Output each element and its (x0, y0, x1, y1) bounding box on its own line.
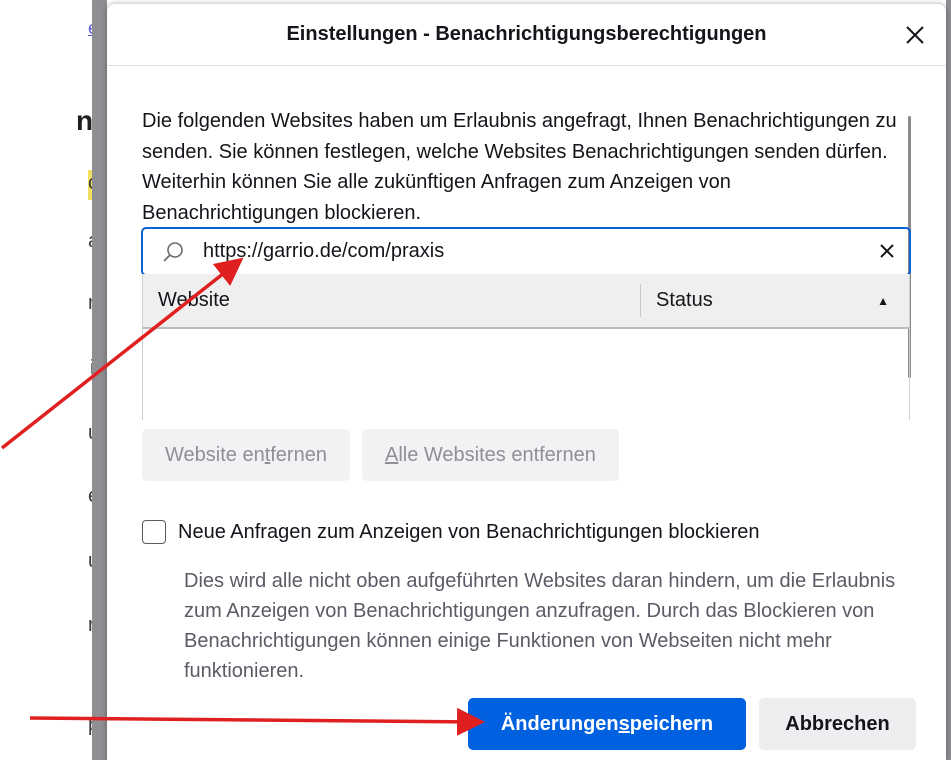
column-header-status[interactable]: Status ▲ (641, 274, 909, 327)
modal-overlay (946, 0, 951, 760)
column-header-status-label: Status (656, 289, 713, 311)
dialog-header: Einstellungen - Benachrichtigungsberecht… (107, 4, 946, 66)
block-requests-row: Neue Anfragen zum Anzeigen von Benachric… (142, 520, 760, 544)
column-header-website[interactable]: Website (143, 284, 641, 317)
intro-text: Die folgenden Websites haben um Erlaubni… (142, 110, 897, 224)
modal-overlay (92, 0, 107, 760)
websites-table: Website Status ▲ (142, 274, 910, 420)
remove-buttons: Website en t fernen Alle Websites entferne… (142, 429, 619, 481)
remove-all-label: lle Websites entfernen (398, 443, 596, 466)
save-changes-button[interactable]: Änderungen s peichern (468, 698, 746, 750)
sort-ascending-icon: ▲ (877, 293, 889, 308)
remove-all-websites-button[interactable]: Alle Websites entfernen (361, 429, 619, 481)
save-label: Änderungen (500, 712, 619, 735)
search-icon (143, 240, 203, 264)
save-label: peichern (629, 712, 714, 735)
dialog-title: Einstellungen - Benachrichtigungsberecht… (286, 23, 767, 45)
clear-icon[interactable] (865, 238, 909, 266)
permissions-dialog: Einstellungen - Benachrichtigungsberecht… (107, 4, 946, 760)
search-box (141, 227, 911, 276)
remove-website-button[interactable]: Website en t fernen (142, 429, 350, 481)
remove-all-accesskey: A (384, 443, 399, 466)
cancel-button[interactable]: Abbrechen (759, 698, 916, 750)
dialog-footer: Änderungen s peichern Abbrechen (468, 698, 916, 750)
block-requests-label[interactable]: Neue Anfragen zum Anzeigen von Benachric… (178, 521, 760, 544)
block-requests-checkbox[interactable] (142, 520, 166, 544)
search-input[interactable] (203, 239, 865, 264)
close-icon[interactable] (900, 20, 930, 50)
remove-website-label: Website en (165, 443, 265, 466)
block-requests-description: Dies wird alle nicht oben aufgeführten W… (184, 570, 896, 682)
remove-website-label: fernen (270, 443, 327, 466)
save-accesskey: s (618, 712, 630, 735)
table-header: Website Status ▲ (143, 274, 909, 329)
